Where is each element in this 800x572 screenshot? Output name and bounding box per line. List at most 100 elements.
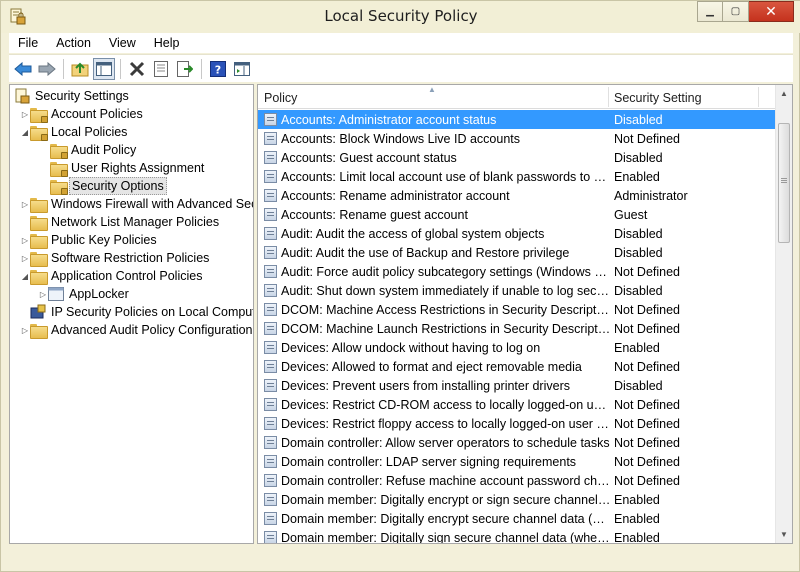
tree-item-software-restriction-policies[interactable]: ▷ Software Restriction Policies xyxy=(20,249,211,267)
tree-item-advanced-audit-policy[interactable]: ▷ Advanced Audit Policy Configuration xyxy=(20,321,253,339)
forward-icon xyxy=(38,61,56,76)
security-setting-cell: Disabled xyxy=(614,283,663,298)
policy-setting-icon xyxy=(264,189,277,202)
table-row[interactable]: Domain member: Digitally sign secure cha… xyxy=(258,528,775,544)
forward-button[interactable] xyxy=(36,58,58,80)
ip-security-icon xyxy=(30,304,46,319)
policy-setting-icon xyxy=(264,132,277,145)
expand-arrow-icon[interactable]: ▷ xyxy=(20,110,30,119)
column-divider[interactable] xyxy=(758,87,759,107)
folder-icon xyxy=(30,251,48,267)
table-row[interactable]: Accounts: Guest account status Disabled xyxy=(258,148,775,167)
table-row[interactable]: Devices: Restrict floppy access to local… xyxy=(258,414,775,433)
tree-item-local-policies[interactable]: ◢ Local Policies xyxy=(20,123,129,141)
column-header-security-setting[interactable]: Security Setting xyxy=(608,85,758,109)
policy-name-cell: DCOM: Machine Launch Restrictions in Sec… xyxy=(281,321,611,336)
window-frame: Local Security Policy ▁ ▢ ✕ File Action … xyxy=(0,0,800,572)
collapse-arrow-icon[interactable]: ◢ xyxy=(20,128,30,137)
table-row[interactable]: Domain controller: LDAP server signing r… xyxy=(258,452,775,471)
up-one-level-button[interactable] xyxy=(69,58,91,80)
policy-setting-icon xyxy=(264,208,277,221)
back-button[interactable] xyxy=(12,58,34,80)
table-row[interactable]: Accounts: Block Windows Live ID accounts… xyxy=(258,129,775,148)
tree-item-public-key-policies[interactable]: ▷ Public Key Policies xyxy=(20,231,159,249)
scrollbar-thumb[interactable] xyxy=(778,123,790,243)
security-setting-cell: Enabled xyxy=(614,511,660,526)
show-hide-console-tree-button[interactable] xyxy=(93,57,115,80)
table-row[interactable]: Accounts: Rename guest account Guest xyxy=(258,205,775,224)
tree-item-ip-security-policies[interactable]: IP Security Policies on Local Compute xyxy=(20,303,253,321)
menu-action[interactable]: Action xyxy=(47,36,100,50)
policy-name-cell: Accounts: Block Windows Live ID accounts xyxy=(281,131,520,146)
folder-icon xyxy=(30,125,48,141)
policy-name-cell: Domain controller: LDAP server signing r… xyxy=(281,454,577,469)
security-setting-cell: Not Defined xyxy=(614,359,681,374)
expand-arrow-icon[interactable]: ▷ xyxy=(20,326,30,335)
sort-ascending-icon: ▲ xyxy=(428,85,436,94)
help-button[interactable]: ? xyxy=(207,58,229,80)
security-setting-cell: Not Defined xyxy=(614,131,681,146)
table-row[interactable]: Domain controller: Allow server operator… xyxy=(258,433,775,452)
tree-item-security-options[interactable]: Security Options xyxy=(50,177,167,195)
table-row[interactable]: Audit: Audit the use of Backup and Resto… xyxy=(258,243,775,262)
expand-arrow-icon[interactable]: ▷ xyxy=(38,290,48,299)
security-setting-cell: Enabled xyxy=(614,530,660,544)
tree-label: Audit Policy xyxy=(71,143,137,157)
table-row[interactable]: DCOM: Machine Launch Restrictions in Sec… xyxy=(258,319,775,338)
table-row[interactable]: Domain member: Digitally encrypt secure … xyxy=(258,509,775,528)
tree-item-windows-firewall[interactable]: ▷ Windows Firewall with Advanced Secu xyxy=(20,195,253,213)
table-row[interactable]: Audit: Shut down system immediately if u… xyxy=(258,281,775,300)
tree-item-network-list-manager[interactable]: Network List Manager Policies xyxy=(20,213,221,231)
close-button[interactable]: ✕ xyxy=(749,1,794,22)
security-setting-cell: Disabled xyxy=(614,245,663,260)
tree-item-audit-policy[interactable]: Audit Policy xyxy=(50,141,138,159)
tree-item-application-control-policies[interactable]: ◢ Application Control Policies xyxy=(20,267,204,285)
policy-name-cell: Devices: Allowed to format and eject rem… xyxy=(281,359,582,374)
table-row[interactable]: Domain member: Digitally encrypt or sign… xyxy=(258,490,775,509)
title-bar[interactable]: Local Security Policy ▁ ▢ ✕ xyxy=(1,1,800,33)
expand-arrow-icon[interactable]: ▷ xyxy=(20,236,30,245)
expand-arrow-icon[interactable]: ▷ xyxy=(20,200,30,209)
tree-item-user-rights-assignment[interactable]: User Rights Assignment xyxy=(50,159,206,177)
tree-label: Security Options xyxy=(69,177,167,195)
delete-button[interactable] xyxy=(126,58,148,80)
policy-setting-icon xyxy=(264,170,277,183)
minimize-icon: ▁ xyxy=(706,6,714,17)
expand-arrow-icon[interactable]: ▷ xyxy=(20,254,30,263)
lock-icon xyxy=(61,187,68,195)
minimize-button[interactable]: ▁ xyxy=(697,1,723,22)
policy-setting-icon xyxy=(264,227,277,240)
scroll-down-icon[interactable]: ▼ xyxy=(776,526,792,543)
show-hide-action-pane-button[interactable] xyxy=(231,58,253,80)
table-row[interactable]: Accounts: Administrator account status Di… xyxy=(258,110,775,129)
tree-item-security-settings[interactable]: Security Settings xyxy=(14,87,131,105)
table-row[interactable]: Domain controller: Refuse machine accoun… xyxy=(258,471,775,490)
tree-item-applocker[interactable]: ▷ AppLocker xyxy=(38,285,131,303)
table-row[interactable]: Audit: Force audit policy subcategory se… xyxy=(258,262,775,281)
policy-name-cell: Devices: Restrict floppy access to local… xyxy=(281,416,611,431)
table-row[interactable]: Devices: Allowed to format and eject rem… xyxy=(258,357,775,376)
vertical-scrollbar[interactable]: ▲ ▼ xyxy=(775,85,792,543)
table-row[interactable]: Devices: Allow undock without having to … xyxy=(258,338,775,357)
table-row[interactable]: Devices: Prevent users from installing p… xyxy=(258,376,775,395)
table-row[interactable]: Accounts: Limit local account use of bla… xyxy=(258,167,775,186)
policy-setting-icon xyxy=(264,113,277,126)
policy-rows: Accounts: Administrator account status Di… xyxy=(258,110,775,544)
tree-item-account-policies[interactable]: ▷ Account Policies xyxy=(20,105,145,123)
table-row[interactable]: DCOM: Machine Access Restrictions in Sec… xyxy=(258,300,775,319)
properties-button[interactable] xyxy=(150,58,172,80)
collapse-arrow-icon[interactable]: ◢ xyxy=(20,272,30,281)
scroll-up-icon[interactable]: ▲ xyxy=(776,85,792,102)
table-row[interactable]: Accounts: Rename administrator account Ad… xyxy=(258,186,775,205)
tree-label: User Rights Assignment xyxy=(71,161,205,175)
tree-label: Local Policies xyxy=(51,125,128,139)
menu-file[interactable]: File xyxy=(9,36,47,50)
table-row[interactable]: Devices: Restrict CD-ROM access to local… xyxy=(258,395,775,414)
table-row[interactable]: Audit: Audit the access of global system… xyxy=(258,224,775,243)
menu-help[interactable]: Help xyxy=(145,36,189,50)
menu-view[interactable]: View xyxy=(100,36,145,50)
maximize-button[interactable]: ▢ xyxy=(723,1,749,22)
policy-setting-icon xyxy=(264,455,277,468)
export-list-button[interactable] xyxy=(174,58,196,80)
policy-setting-icon xyxy=(264,436,277,449)
